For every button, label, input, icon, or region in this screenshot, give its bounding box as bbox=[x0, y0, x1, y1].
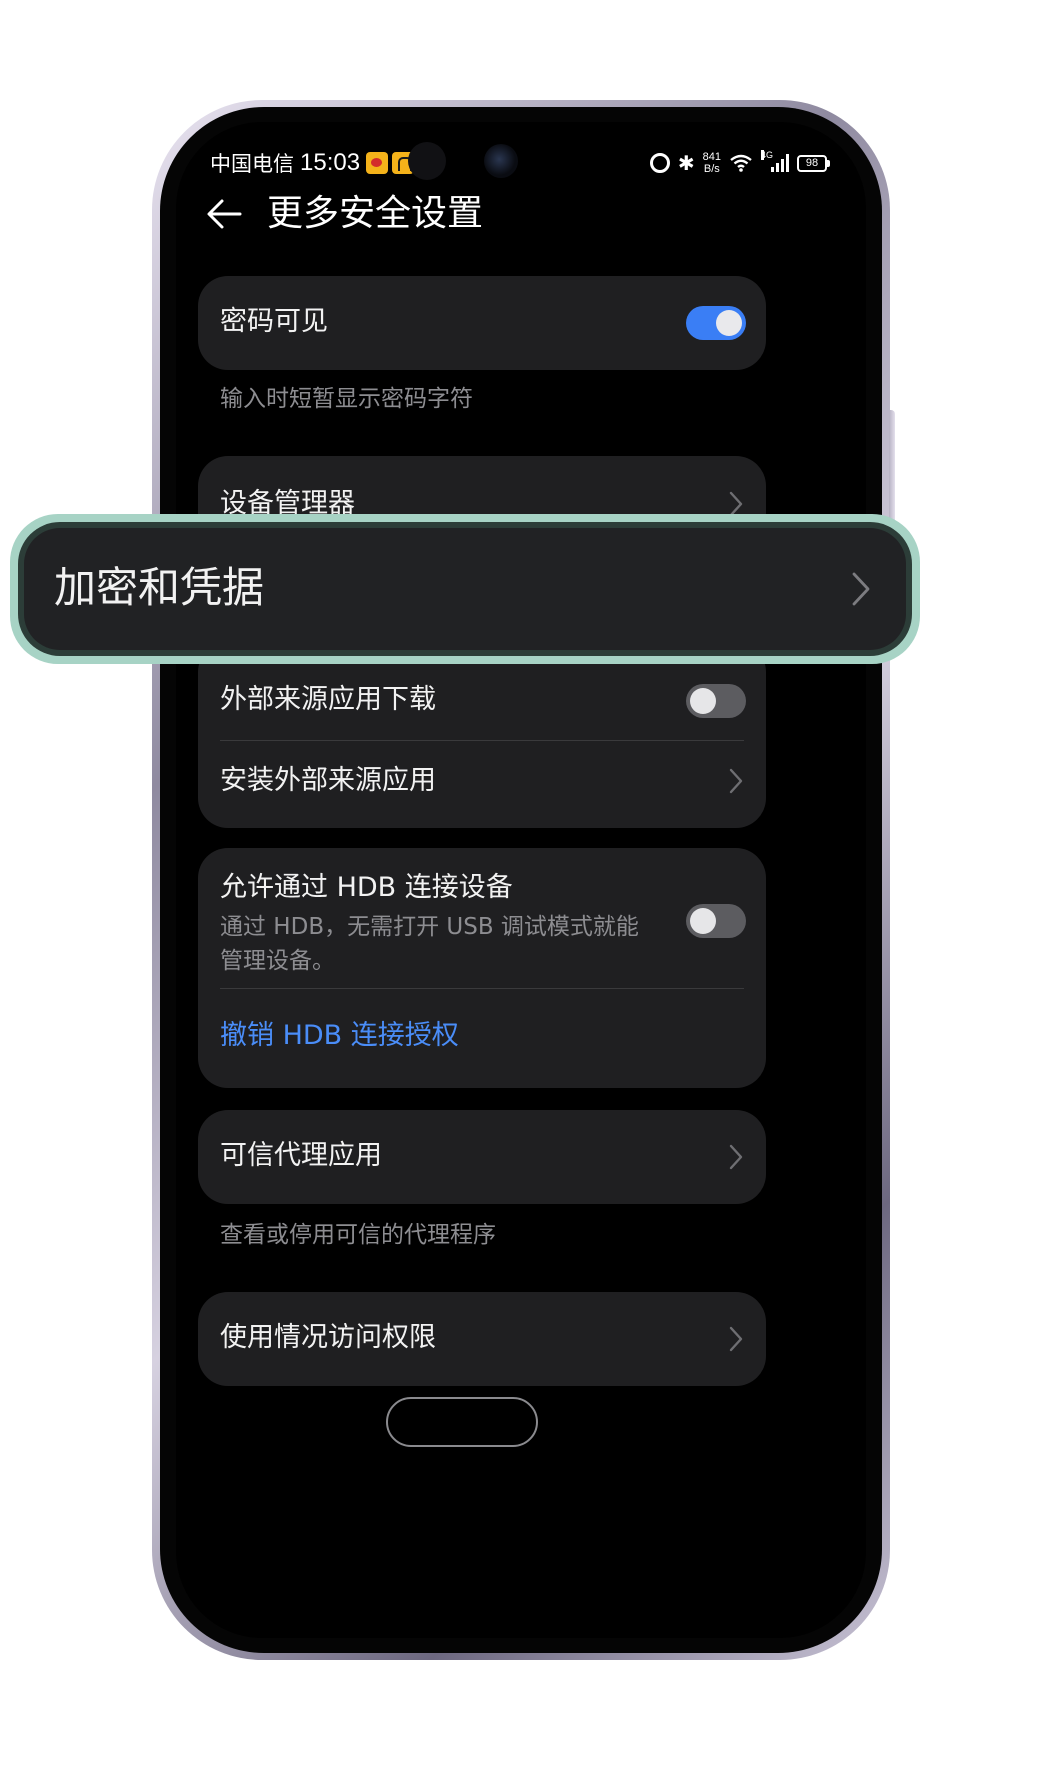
battery-tip bbox=[827, 159, 830, 167]
network-speed: 841 B/s bbox=[703, 151, 721, 175]
chevron-right-icon bbox=[729, 1326, 743, 1352]
signal-label: 4G bbox=[761, 150, 774, 160]
toggle-knob bbox=[716, 310, 742, 336]
hdb-label: 允许通过 HDB 连接设备 bbox=[220, 872, 513, 903]
carrier-name: 中国电信 bbox=[210, 152, 294, 176]
chevron-right-icon bbox=[729, 768, 743, 794]
usage-access-label: 使用情况访问权限 bbox=[220, 1322, 436, 1353]
external-download-toggle[interactable] bbox=[686, 684, 746, 718]
wifi-icon bbox=[730, 154, 752, 172]
external-download-label: 外部来源应用下载 bbox=[220, 684, 436, 715]
phone-screen: 中国电信 15:03 ✱ 841 B/s 4G 98 更多安全设置 密码可见 输… bbox=[176, 122, 866, 1638]
network-speed-unit: B/s bbox=[703, 163, 720, 175]
trust-agents-card[interactable]: 可信代理应用 bbox=[198, 1110, 766, 1204]
battery-level: 98 bbox=[797, 154, 827, 172]
battery-icon: 98 bbox=[797, 154, 830, 172]
external-apps-card: 外部来源应用下载 安装外部来源应用 bbox=[198, 642, 766, 828]
password-visible-card[interactable]: 密码可见 bbox=[198, 276, 766, 370]
trust-agents-hint: 查看或停用可信的代理程序 bbox=[220, 1222, 496, 1248]
chevron-right-icon bbox=[729, 1144, 743, 1170]
network-speed-value: 841 bbox=[702, 151, 721, 163]
alarm-icon bbox=[649, 153, 670, 173]
usage-access-card[interactable]: 使用情况访问权限 bbox=[198, 1292, 766, 1386]
toggle-knob bbox=[690, 908, 716, 934]
hdb-card: 允许通过 HDB 连接设备 通过 HDB，无需打开 USB 调试模式就能管理设备… bbox=[198, 848, 766, 1088]
encryption-callout[interactable]: 加密和凭据 bbox=[18, 522, 912, 656]
signal-icon: 4G bbox=[761, 150, 789, 172]
weibo-app-icon bbox=[366, 152, 388, 174]
encryption-callout-row: 加密和凭据 bbox=[24, 528, 906, 650]
password-visible-toggle[interactable] bbox=[686, 306, 746, 340]
front-sensor-icon bbox=[484, 144, 518, 178]
install-external-row[interactable]: 安装外部来源应用 bbox=[198, 741, 766, 828]
page-title: 更多安全设置 bbox=[267, 193, 484, 234]
chevron-right-icon bbox=[852, 572, 870, 606]
install-external-label: 安装外部来源应用 bbox=[220, 765, 436, 796]
bluetooth-icon: ✱ bbox=[677, 151, 695, 175]
trust-agents-label: 可信代理应用 bbox=[220, 1140, 382, 1171]
status-time: 15:03 bbox=[300, 149, 361, 176]
encryption-label: 加密和凭据 bbox=[54, 563, 265, 612]
home-button[interactable] bbox=[386, 1397, 538, 1447]
hdb-description: 通过 HDB，无需打开 USB 调试模式就能管理设备。 bbox=[220, 914, 639, 974]
arrow-left-icon[interactable] bbox=[202, 192, 246, 236]
status-icons: ✱ 841 B/s 4G 98 bbox=[649, 146, 830, 180]
hdb-toggle[interactable] bbox=[686, 904, 746, 938]
toggle-knob bbox=[690, 688, 716, 714]
front-camera-icon bbox=[408, 142, 446, 180]
revoke-hdb-link[interactable]: 撤销 HDB 连接授权 bbox=[220, 1018, 459, 1054]
row-divider bbox=[220, 988, 744, 989]
password-visible-label: 密码可见 bbox=[220, 306, 328, 337]
password-visible-hint: 输入时短暂显示密码字符 bbox=[220, 386, 473, 412]
